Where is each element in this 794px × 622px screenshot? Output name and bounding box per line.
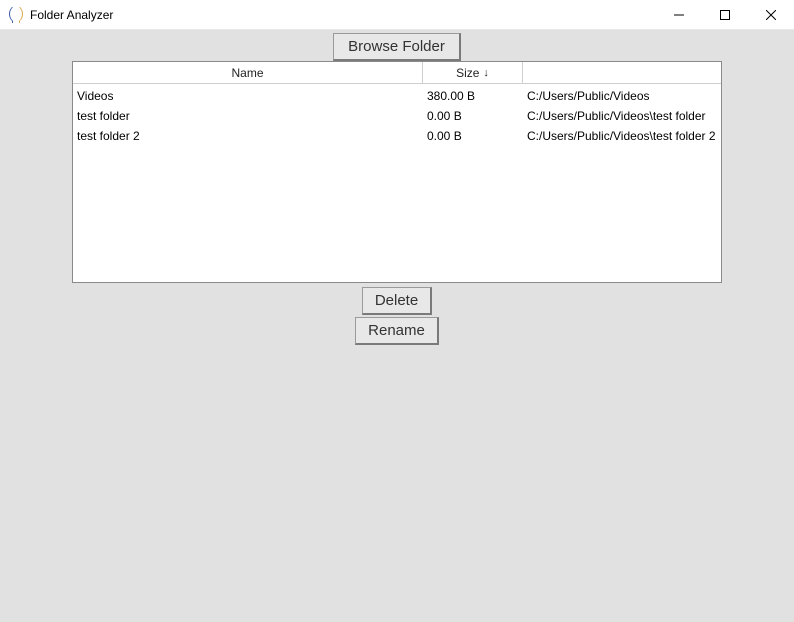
column-header-name-label: Name [231,66,263,80]
cell-path: C:/Users/Public/Videos [523,89,721,103]
sort-indicator-icon: ↓ [483,67,489,79]
table-header: Name Size ↓ [73,62,721,84]
cell-size: 380.00 B [423,89,523,103]
cell-name: test folder [73,109,423,123]
cell-size: 0.00 B [423,129,523,143]
column-header-path[interactable] [523,62,721,83]
action-buttons: Delete Rename [0,287,794,345]
browse-folder-button[interactable]: Browse Folder [333,33,461,61]
window-title: Folder Analyzer [30,8,656,22]
table-row[interactable]: test folder 2 0.00 B C:/Users/Public/Vid… [73,126,721,146]
table-row[interactable]: test folder 0.00 B C:/Users/Public/Video… [73,106,721,126]
close-button[interactable] [748,0,794,29]
app-icon [8,7,24,23]
column-header-name[interactable]: Name [73,62,423,83]
maximize-button[interactable] [702,0,748,29]
cell-name: Videos [73,89,423,103]
titlebar: Folder Analyzer [0,0,794,30]
table-body: Videos 380.00 B C:/Users/Public/Videos t… [73,84,721,148]
folder-table: Name Size ↓ Videos 380.00 B C:/Users/Pub… [72,61,722,283]
column-header-size-label: Size [456,66,479,80]
cell-path: C:/Users/Public/Videos\test folder [523,109,721,123]
column-header-size[interactable]: Size ↓ [423,62,523,83]
cell-size: 0.00 B [423,109,523,123]
cell-path: C:/Users/Public/Videos\test folder 2 [523,129,721,143]
minimize-button[interactable] [656,0,702,29]
cell-name: test folder 2 [73,129,423,143]
table-row[interactable]: Videos 380.00 B C:/Users/Public/Videos [73,86,721,106]
rename-button[interactable]: Rename [355,317,439,345]
window-controls [656,0,794,29]
client-area: Browse Folder Name Size ↓ Videos 380.00 … [0,30,794,622]
delete-button[interactable]: Delete [362,287,432,315]
